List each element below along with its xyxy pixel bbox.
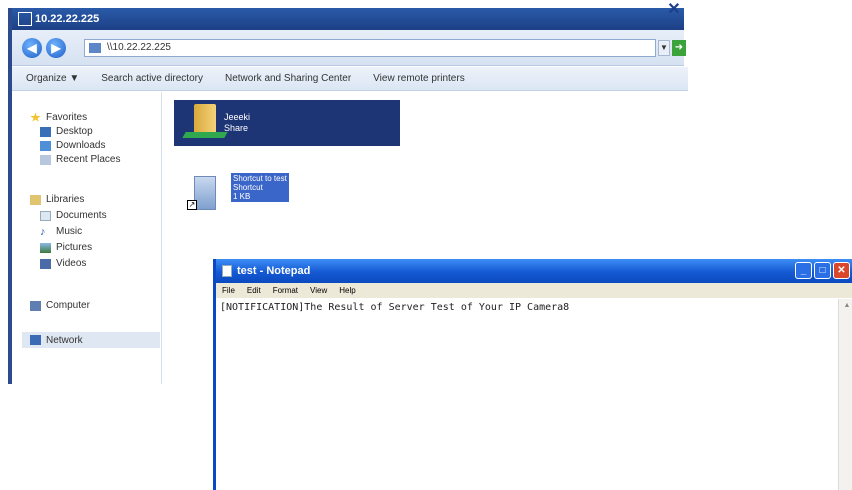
- folder-type: Share: [224, 123, 249, 133]
- notepad-icon: [222, 265, 232, 277]
- minimize-button[interactable]: _: [795, 262, 812, 279]
- nav-pictures-label: Pictures: [56, 242, 93, 253]
- nav-downloads-label: Downloads: [56, 140, 106, 151]
- notepad-titlebar: test - Notepad: [216, 259, 852, 283]
- nav-documents-label: Documents: [56, 210, 107, 221]
- vertical-scrollbar[interactable]: ▲: [838, 299, 852, 490]
- folder-name: Jeeeki: [224, 112, 251, 122]
- desktop-icon: [40, 126, 51, 137]
- window-icon: [18, 12, 32, 26]
- notepad-text-area[interactable]: [NOTIFICATION]The Result of Server Test …: [216, 299, 838, 490]
- navigation-pane: Favorites Desktop Downloads Recent Place…: [12, 92, 162, 384]
- nav-videos[interactable]: Videos: [40, 258, 86, 269]
- shared-folder-item[interactable]: Jeeeki Share: [174, 100, 400, 146]
- network-icon: [30, 335, 41, 345]
- nav-favorites-label: Favorites: [46, 112, 88, 123]
- nav-favorites[interactable]: Favorites: [30, 112, 87, 123]
- nav-music-label: Music: [56, 226, 83, 237]
- pictures-icon: [40, 242, 51, 253]
- notepad-title: test - Notepad: [237, 265, 311, 277]
- explorer-titlebar: 10.22.22.225: [12, 8, 684, 30]
- libraries-icon: [30, 194, 41, 205]
- close-button[interactable]: ✕: [833, 262, 850, 279]
- organize-button[interactable]: Organize ▼: [26, 73, 79, 84]
- notepad-window: test - Notepad _ □ ✕ File Edit Format Vi…: [213, 259, 852, 490]
- nav-recent-places[interactable]: Recent Places: [40, 154, 120, 165]
- computer-icon: [30, 300, 41, 311]
- command-bar: Organize ▼ Search active directory Netwo…: [12, 67, 688, 91]
- go-button[interactable]: ➜: [672, 40, 686, 56]
- shortcut-size: 1 KB: [233, 192, 251, 201]
- recent-places-icon: [40, 154, 51, 165]
- back-button[interactable]: ◀: [22, 38, 42, 58]
- videos-icon: [40, 258, 51, 269]
- nav-computer[interactable]: Computer: [30, 300, 90, 311]
- network-sharing-center-button[interactable]: Network and Sharing Center: [225, 73, 351, 84]
- maximize-button[interactable]: □: [814, 262, 831, 279]
- nav-network-label: Network: [46, 334, 83, 346]
- shortcut-name: Shortcut to test: [233, 174, 287, 183]
- nav-libraries[interactable]: Libraries: [30, 194, 84, 205]
- view-remote-printers-button[interactable]: View remote printers: [373, 73, 465, 84]
- notepad-menubar: File Edit Format View Help: [216, 283, 852, 298]
- music-icon: ♪: [40, 225, 46, 238]
- menu-view[interactable]: View: [310, 286, 327, 295]
- address-row: ◀ ▶ \\10.22.22.225 ▼ ➜: [12, 30, 686, 66]
- nav-computer-label: Computer: [46, 300, 90, 311]
- shortcut-arrow-icon: ↗: [187, 200, 197, 210]
- forward-button[interactable]: ▶: [46, 38, 66, 58]
- menu-format[interactable]: Format: [273, 286, 298, 295]
- nav-recent-places-label: Recent Places: [56, 154, 121, 165]
- network-icon: [89, 43, 101, 53]
- shared-folder-icon: [194, 104, 216, 134]
- nav-network[interactable]: Network: [22, 332, 160, 348]
- shortcut-file-icon: [194, 176, 216, 210]
- nav-documents[interactable]: Documents: [40, 210, 107, 221]
- nav-desktop-label: Desktop: [56, 126, 93, 137]
- shortcut-type: Shortcut: [233, 183, 263, 192]
- address-bar[interactable]: \\10.22.22.225: [84, 39, 656, 57]
- nav-pictures[interactable]: Pictures: [40, 242, 92, 253]
- star-icon: [30, 112, 41, 122]
- downloads-icon: [40, 140, 51, 151]
- address-dropdown-button[interactable]: ▼: [658, 40, 670, 56]
- address-text: \\10.22.22.225: [107, 42, 171, 53]
- nav-downloads[interactable]: Downloads: [40, 140, 105, 151]
- close-icon[interactable]: ✕: [666, 2, 682, 18]
- menu-file[interactable]: File: [222, 286, 235, 295]
- nav-libraries-label: Libraries: [46, 194, 85, 205]
- nav-music[interactable]: ♪ Music: [40, 226, 82, 237]
- search-active-directory-button[interactable]: Search active directory: [101, 73, 203, 84]
- menu-help[interactable]: Help: [339, 286, 355, 295]
- documents-icon: [40, 210, 51, 221]
- menu-edit[interactable]: Edit: [247, 286, 261, 295]
- scroll-up-icon[interactable]: ▲: [839, 299, 852, 313]
- nav-desktop[interactable]: Desktop: [40, 126, 93, 137]
- explorer-title: 10.22.22.225: [35, 13, 100, 25]
- nav-videos-label: Videos: [56, 258, 87, 269]
